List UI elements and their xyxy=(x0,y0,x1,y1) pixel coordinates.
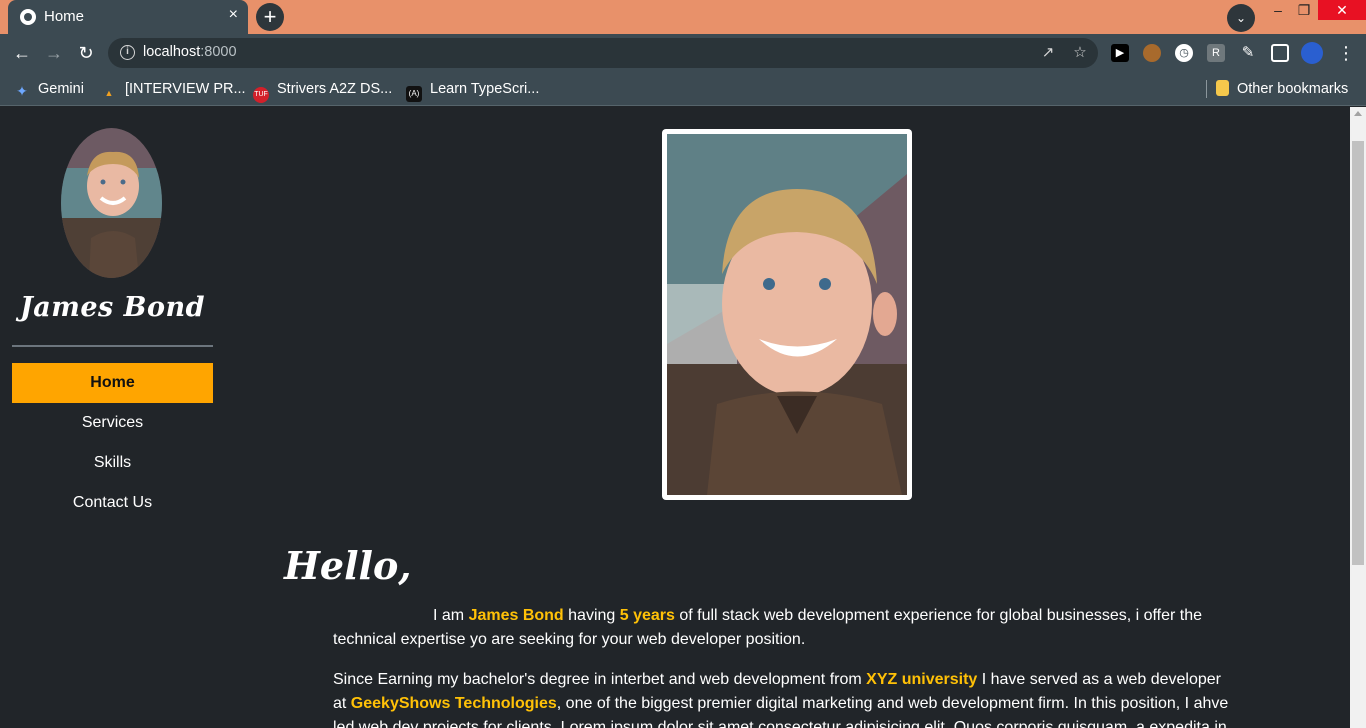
youtube-ext-icon[interactable]: ▶ xyxy=(1111,44,1129,62)
highlight-company: GeekyShows Technologies xyxy=(350,695,557,712)
nav-contact-us[interactable]: Contact Us xyxy=(12,483,213,523)
bookmarks-bar: ✦ Gemini ▲ [INTERVIEW PR... TUF Strivers A2… xyxy=(0,72,1366,106)
bookmark-strivers[interactable]: TUF Strivers A2Z DS... xyxy=(253,79,392,103)
bookmark-interview[interactable]: ▲ [INTERVIEW PR... xyxy=(101,79,246,99)
profile-avatar[interactable] xyxy=(1301,42,1323,64)
share-icon[interactable]: ↗ xyxy=(1038,43,1058,63)
tuf-icon: TUF xyxy=(253,87,269,103)
page-scrollbar[interactable] xyxy=(1350,107,1366,728)
browser-toolbar: ← → ↻ i localhost:8000 ↗ ☆ ▶ ◷ R ✎ ⋮ xyxy=(0,34,1366,72)
scrollbar-thumb[interactable] xyxy=(1352,141,1364,565)
highlight-name: James Bond xyxy=(468,607,564,624)
restore-icon[interactable]: ❐ xyxy=(1292,0,1316,34)
new-tab-button[interactable]: + xyxy=(256,3,284,31)
side-panel-icon[interactable] xyxy=(1271,44,1289,62)
typescript-icon: (A) xyxy=(406,86,422,102)
folder-icon xyxy=(1216,80,1229,96)
sidebar-divider xyxy=(12,345,213,347)
intro-paragraph: I am James Bond having 5 years of full s… xyxy=(333,607,1203,648)
tab-strip: Home × + ⌄ – ❐ ✕ xyxy=(0,0,1366,34)
scroll-up-icon[interactable] xyxy=(1354,111,1362,116)
gemini-icon: ✦ xyxy=(16,83,28,99)
greeting-heading: Hello, xyxy=(284,543,412,588)
nav-skills[interactable]: Skills xyxy=(12,443,213,483)
url-text: localhost:8000 xyxy=(143,44,237,60)
forward-icon[interactable]: → xyxy=(41,40,67,66)
tab-close-icon[interactable]: × xyxy=(229,6,238,24)
other-bookmarks[interactable]: Other bookmarks xyxy=(1216,79,1348,99)
nav-services[interactable]: Services xyxy=(12,403,213,443)
reload-icon[interactable]: ↻ xyxy=(73,40,99,66)
bookmark-gemini[interactable]: ✦ Gemini xyxy=(14,79,84,99)
r-ext-icon[interactable]: R xyxy=(1207,44,1225,62)
star-icon[interactable]: ☆ xyxy=(1070,43,1090,63)
bookmarks-separator xyxy=(1206,80,1207,98)
avatar xyxy=(61,128,162,278)
tab-title: Home xyxy=(44,8,85,25)
profile-photo xyxy=(662,129,912,500)
address-bar[interactable]: i localhost:8000 ↗ ☆ xyxy=(108,38,1098,68)
kebab-menu-icon[interactable]: ⋮ xyxy=(1333,40,1359,66)
interview-icon: ▲ xyxy=(104,88,114,98)
page-content: James Bond Home Services Skills Contact … xyxy=(0,107,1350,728)
clock-ext-icon[interactable]: ◷ xyxy=(1175,44,1193,62)
highlight-years: 5 years xyxy=(619,607,675,624)
back-icon[interactable]: ← xyxy=(9,40,35,66)
cookie-ext-icon[interactable] xyxy=(1143,44,1161,62)
close-window-icon[interactable]: ✕ xyxy=(1318,0,1366,20)
nav-home[interactable]: Home xyxy=(12,363,213,403)
minimize-icon[interactable]: – xyxy=(1266,0,1290,34)
chevron-down-icon[interactable]: ⌄ xyxy=(1227,4,1255,32)
globe-icon xyxy=(20,9,36,25)
tab-home[interactable]: Home × xyxy=(8,0,248,34)
extensions-icon[interactable]: ✎ xyxy=(1239,44,1257,62)
experience-paragraph: Since Earning my bachelor's degree in in… xyxy=(333,671,1229,728)
site-info-icon[interactable]: i xyxy=(120,45,135,60)
highlight-university: XYZ university xyxy=(866,671,978,688)
sidebar: James Bond Home Services Skills Contact … xyxy=(0,107,225,728)
brand-name: James Bond xyxy=(20,292,205,323)
bookmark-typescript[interactable]: (A) Learn TypeScri... xyxy=(406,79,539,102)
